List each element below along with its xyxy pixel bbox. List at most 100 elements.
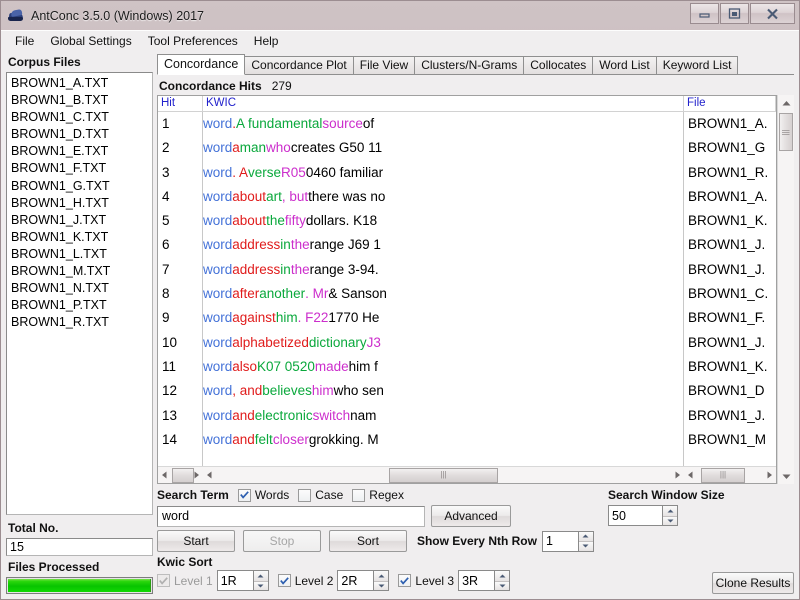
vscroll-track[interactable]: ||| <box>778 111 794 468</box>
level-2-input[interactable] <box>337 570 373 591</box>
hscrollbar-hit[interactable] <box>158 467 203 483</box>
spin-down-icon[interactable] <box>495 581 509 591</box>
tab-collocates[interactable]: Collocates <box>523 56 593 75</box>
scroll-left-icon[interactable] <box>203 468 216 483</box>
start-button[interactable]: Start <box>157 530 235 552</box>
kwic-line[interactable]: igit J69 1890 or two-digit index word ad… <box>203 258 683 282</box>
corpus-file-item[interactable]: BROWN1_A.TXT <box>10 75 152 92</box>
search-input[interactable] <box>157 506 425 527</box>
scroll-right-icon[interactable] <box>763 468 776 483</box>
spin-down-icon[interactable] <box>579 541 593 551</box>
level-1-input[interactable] <box>217 570 253 591</box>
corpus-file-item[interactable]: BROWN1_R.TXT <box>10 314 152 331</box>
advanced-button[interactable]: Advanced <box>431 505 511 527</box>
corpus-file-item[interactable]: BROWN1_E.TXT <box>10 143 152 160</box>
spin-up-icon[interactable] <box>374 571 388 581</box>
level-2-stepper[interactable] <box>337 570 389 591</box>
vscroll-thumb[interactable]: ||| <box>779 113 793 151</box>
corpus-file-item[interactable]: BROWN1_C.TXT <box>10 109 152 126</box>
kwic-line[interactable]: to make it apply to the wrong word. A ve… <box>203 161 683 185</box>
hscroll-track-file[interactable]: ||| <box>697 468 763 483</box>
tab-file-view[interactable]: File View <box>353 56 415 75</box>
scroll-right-icon[interactable] <box>671 468 684 483</box>
corpus-file-item[interactable]: BROWN1_G.TXT <box>10 178 152 195</box>
close-button[interactable] <box>750 3 795 24</box>
maximize-button[interactable] <box>720 3 749 24</box>
hscroll-track-hit[interactable] <box>171 468 190 483</box>
tab-concordance-plot[interactable]: Concordance Plot <box>244 56 353 75</box>
nth-row-input[interactable] <box>542 531 578 552</box>
corpus-file-item[interactable]: BROWN1_B.TXT <box>10 92 152 109</box>
hscrollbar-file[interactable]: ||| <box>684 467 776 483</box>
kwic-line[interactable]: he Sioux, refused to say a harsh word ag… <box>203 306 683 330</box>
kwic-line[interactable]: ight lead to devices like a 5000-word al… <box>203 331 683 355</box>
spin-up-icon[interactable] <box>663 506 677 516</box>
tab-keyword-list[interactable]: Keyword List <box>656 56 739 75</box>
sort-button[interactable]: Sort <box>329 530 407 552</box>
search-window-input[interactable] <box>608 505 662 526</box>
kwic-line[interactable]: 016 1150 you, he who hears my word, and … <box>203 379 683 403</box>
scroll-left-icon[interactable] <box>158 468 171 483</box>
minimize-button[interactable] <box>690 3 719 24</box>
hscroll-track-kwic[interactable]: ||| <box>216 468 671 483</box>
tab-clusters-n-grams[interactable]: Clusters/N-Grams <box>414 56 524 75</box>
nth-row-spin-buttons[interactable] <box>578 531 594 552</box>
corpus-file-item[interactable]: BROWN1_H.TXT <box>10 195 152 212</box>
corpus-file-item[interactable]: BROWN1_K.TXT <box>10 229 152 246</box>
search-window-stepper[interactable] <box>608 505 794 526</box>
corpus-file-item[interactable]: BROWN1_N.TXT <box>10 280 152 297</box>
corpus-file-item[interactable]: BROWN1_L.TXT <box>10 246 152 263</box>
corpus-file-item[interactable]: BROWN1_P.TXT <box>10 297 152 314</box>
level-1-stepper[interactable] <box>217 570 269 591</box>
level-3-input[interactable] <box>458 570 494 591</box>
level-2-spin-buttons[interactable] <box>373 570 389 591</box>
scroll-left-icon[interactable] <box>684 468 697 483</box>
kwic-line[interactable]: I owe it all to them>". The word also K0… <box>203 355 683 379</box>
spin-up-icon[interactable] <box>579 532 593 542</box>
menu-help[interactable]: Help <box>246 32 287 50</box>
corpus-file-item[interactable]: BROWN1_F.TXT <box>10 160 152 177</box>
corpus-file-item[interactable]: BROWN1_M.TXT <box>10 263 152 280</box>
menu-global-settings[interactable]: Global Settings <box>42 32 139 50</box>
words-checkbox[interactable] <box>238 489 251 502</box>
kwic-line[interactable]: sses to symbolic J69 0280 index word and… <box>203 404 683 428</box>
hscrollbar-kwic[interactable]: ||| <box>203 467 684 483</box>
kwic-line[interactable]: 40 0950 of never having read a word abou… <box>203 185 683 209</box>
clone-results-button[interactable]: Clone Results <box>712 572 794 594</box>
column-header-file[interactable]: File <box>684 96 776 111</box>
column-header-hit[interactable]: Hit <box>158 96 203 111</box>
menu-tool-preferences[interactable]: Tool Preferences <box>140 32 246 50</box>
kwic-line[interactable]: odbye forever. She never said a word abo… <box>203 209 683 233</box>
kwic-line[interactable]: nglish sentence and the Martian word and… <box>203 428 683 452</box>
hscroll-thumb-kwic[interactable]: ||| <box>389 468 498 483</box>
spin-up-icon[interactable] <box>495 571 509 581</box>
case-checkbox[interactable] <box>298 489 311 502</box>
column-header-kwic[interactable]: KWIC <box>203 96 684 111</box>
regex-checkbox[interactable] <box>352 489 365 502</box>
search-window-spin-buttons[interactable] <box>662 505 678 526</box>
hscroll-thumb-file[interactable]: ||| <box>701 468 745 483</box>
kwic-line[interactable]: tual one-digit or two-digit index word a… <box>203 233 683 257</box>
spin-up-icon[interactable] <box>254 571 268 581</box>
nth-row-stepper[interactable] <box>542 531 594 552</box>
scroll-up-icon[interactable] <box>778 95 794 111</box>
spin-down-icon[interactable] <box>374 581 388 591</box>
level-3-spin-buttons[interactable] <box>494 570 510 591</box>
kwic-line[interactable]: out of it with eclat, in a word a man wh… <box>203 136 683 160</box>
tab-word-list[interactable]: Word List <box>592 56 656 75</box>
corpus-file-list[interactable]: BROWN1_A.TXTBROWN1_B.TXTBROWN1_C.TXTBROW… <box>6 72 153 515</box>
tab-concordance[interactable]: Concordance <box>157 54 245 75</box>
kwic-line[interactable]: mbled by C14 0840 putting one word after… <box>203 282 683 306</box>
level-3-stepper[interactable] <box>458 570 510 591</box>
level-2-checkbox[interactable] <box>278 574 291 587</box>
vertical-scrollbar[interactable]: ||| <box>777 95 794 484</box>
spin-down-icon[interactable] <box>254 581 268 591</box>
kwic-line[interactable]: 1650 absorbed from the written word. A f… <box>203 112 683 136</box>
corpus-file-item[interactable]: BROWN1_D.TXT <box>10 126 152 143</box>
scroll-down-icon[interactable] <box>778 468 794 484</box>
level-3-checkbox[interactable] <box>398 574 411 587</box>
hscroll-thumb-hit[interactable] <box>172 468 194 483</box>
corpus-file-item[interactable]: BROWN1_J.TXT <box>10 212 152 229</box>
spin-down-icon[interactable] <box>663 516 677 526</box>
menu-file[interactable]: File <box>7 32 42 50</box>
